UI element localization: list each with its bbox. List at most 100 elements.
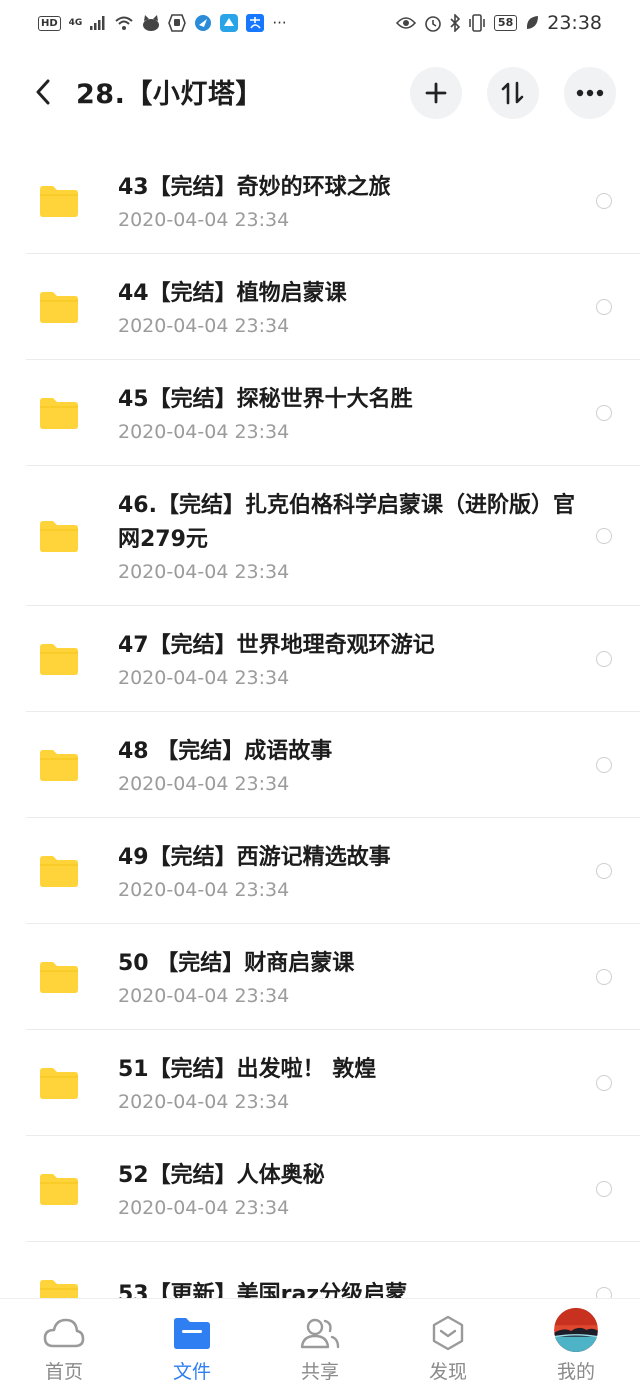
tab-discover-label: 发现 (428, 1361, 467, 1383)
add-button[interactable] (410, 67, 462, 119)
folder-icon (40, 961, 78, 993)
list-item[interactable]: 44【完结】植物启蒙课 2020-04-04 23:34 (26, 254, 640, 360)
tab-me[interactable]: 我的 (512, 1299, 640, 1386)
list-item[interactable]: 43【完结】奇妙的环球之旅 2020-04-04 23:34 (26, 148, 640, 254)
cat-app-icon (143, 15, 160, 31)
select-checkbox[interactable] (596, 298, 612, 315)
file-date: 2020-04-04 23:34 (118, 879, 290, 901)
tab-me-label: 我的 (556, 1361, 595, 1383)
page-title: 28.【小灯塔】 (76, 79, 263, 110)
bottom-tab-bar: 首页 文件 共享 发现 我的 (0, 1298, 640, 1386)
file-date: 2020-04-04 23:34 (118, 667, 290, 689)
list-item[interactable]: 52【完结】人体奥秘 2020-04-04 23:34 (26, 1136, 640, 1242)
vibrate-icon (469, 14, 485, 32)
network-type: 4G (68, 18, 83, 28)
list-item[interactable]: 46.【完结】扎克伯格科学启蒙课（进阶版）官网279元 2020-04-04 2… (26, 466, 640, 606)
file-name: 46.【完结】扎克伯格科学启蒙课（进阶版）官网279元 (118, 493, 575, 552)
select-checkbox[interactable] (596, 756, 612, 773)
file-date: 2020-04-04 23:34 (118, 315, 290, 337)
avatar (554, 1308, 598, 1352)
alarm-icon (425, 16, 441, 32)
clock: 23:38 (547, 12, 602, 34)
bluetooth-icon (450, 14, 460, 32)
cloud-icon (43, 1318, 85, 1348)
back-arrow-icon (36, 79, 50, 105)
back-button[interactable] (28, 74, 58, 110)
folder-icon (40, 185, 78, 217)
status-bar: HD 4G ··· 58 23:38 (0, 0, 640, 46)
select-checkbox[interactable] (596, 650, 612, 667)
select-checkbox[interactable] (596, 527, 612, 544)
status-right: 58 23:38 (395, 12, 602, 34)
list-item[interactable]: 49【完结】西游记精选故事 2020-04-04 23:34 (26, 818, 640, 924)
file-name: 43【完结】奇妙的环球之旅 (118, 175, 391, 200)
folder-icon (40, 291, 78, 323)
more-notifications-icon: ··· (272, 13, 287, 32)
select-checkbox[interactable] (596, 862, 612, 879)
tab-share-label: 共享 (300, 1361, 339, 1383)
select-checkbox[interactable] (596, 1180, 612, 1197)
tab-discover[interactable]: 发现 (384, 1299, 512, 1386)
folder-icon (40, 643, 78, 675)
file-list: 43【完结】奇妙的环球之旅 2020-04-04 23:34 44【完结】植物启… (0, 148, 640, 1298)
folder-icon (40, 749, 78, 781)
bird-app-icon (195, 15, 212, 31)
folder-icon (40, 1067, 78, 1099)
file-date: 2020-04-04 23:34 (118, 985, 290, 1007)
file-date: 2020-04-04 23:34 (118, 209, 290, 231)
list-item[interactable]: 53【更新】美国raz分级启蒙 (26, 1242, 640, 1298)
tab-share[interactable]: 共享 (256, 1299, 384, 1386)
battery-indicator: 58 (493, 15, 518, 31)
file-name: 47【完结】世界地理奇观环游记 (118, 633, 435, 658)
folder-icon (40, 1173, 78, 1205)
more-button[interactable] (564, 67, 616, 119)
select-checkbox[interactable] (596, 968, 612, 985)
people-icon (300, 1318, 340, 1349)
file-date: 2020-04-04 23:34 (118, 773, 290, 795)
file-date: 2020-04-04 23:34 (118, 1197, 290, 1219)
file-name: 53【更新】美国raz分级启蒙 (118, 1282, 408, 1298)
status-left: HD 4G ··· (38, 14, 287, 32)
list-item[interactable]: 51【完结】出发啦！ 敦煌 2020-04-04 23:34 (26, 1030, 640, 1136)
list-item[interactable]: 50 【完结】财商启蒙课 2020-04-04 23:34 (26, 924, 640, 1030)
folder-icon (40, 520, 78, 552)
list-item[interactable]: 45【完结】探秘世界十大名胜 2020-04-04 23:34 (26, 360, 640, 466)
hand-app-icon (168, 14, 187, 32)
tab-files[interactable]: 文件 (128, 1299, 256, 1386)
sort-button[interactable] (487, 67, 539, 119)
hd-badge: HD (38, 15, 61, 31)
file-name: 51【完结】出发啦！ 敦煌 (118, 1057, 377, 1082)
delivery-app-icon (220, 14, 239, 32)
list-item[interactable]: 48 【完结】成语故事 2020-04-04 23:34 (26, 712, 640, 818)
signal-icon (90, 16, 105, 30)
tab-home[interactable]: 首页 (0, 1299, 128, 1386)
folder-icon (40, 1279, 78, 1298)
more-dots-icon (576, 89, 604, 97)
file-date: 2020-04-04 23:34 (118, 1091, 290, 1113)
select-checkbox[interactable] (596, 404, 612, 421)
select-checkbox[interactable] (596, 1074, 612, 1091)
file-date: 2020-04-04 23:34 (118, 421, 290, 443)
select-checkbox[interactable] (596, 192, 612, 209)
file-name: 44【完结】植物启蒙课 (118, 281, 347, 306)
file-name: 48 【完结】成语故事 (118, 739, 333, 764)
select-checkbox[interactable] (596, 1286, 612, 1298)
list-item[interactable]: 47【完结】世界地理奇观环游记 2020-04-04 23:34 (26, 606, 640, 712)
eye-icon (395, 17, 416, 29)
folder-icon (40, 397, 78, 429)
leaf-icon (527, 16, 539, 29)
wifi-icon (115, 16, 133, 30)
tab-home-label: 首页 (44, 1361, 83, 1383)
folder-icon (40, 855, 78, 887)
file-name: 50 【完结】财商启蒙课 (118, 951, 355, 976)
top-navigation: 28.【小灯塔】 (0, 46, 640, 140)
plus-icon (425, 82, 447, 104)
file-name: 45【完结】探秘世界十大名胜 (118, 387, 413, 412)
folder-icon (174, 1318, 210, 1349)
tab-files-label: 文件 (172, 1361, 211, 1383)
file-name: 52【完结】人体奥秘 (118, 1163, 325, 1188)
discover-icon (432, 1315, 464, 1351)
file-date: 2020-04-04 23:34 (118, 561, 290, 583)
file-name: 49【完结】西游记精选故事 (118, 845, 391, 870)
alipay-icon (246, 14, 265, 32)
